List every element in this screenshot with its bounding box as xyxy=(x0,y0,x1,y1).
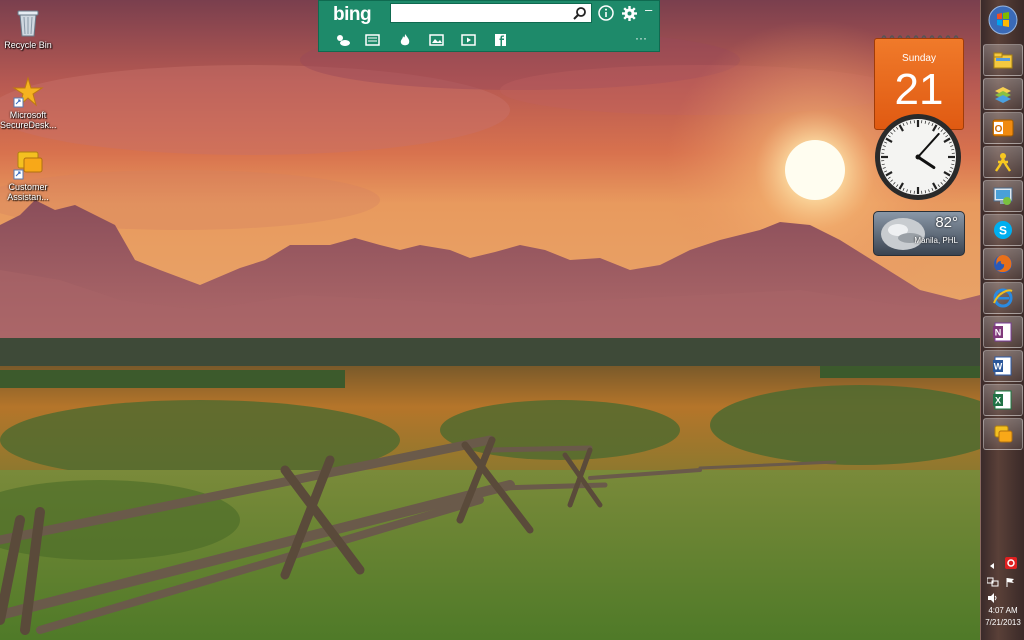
desktop-icon-recycle-bin[interactable]: Recycle Bin xyxy=(0,6,56,50)
bing-info-button[interactable] xyxy=(598,5,614,21)
securedesk-icon xyxy=(12,76,44,108)
chevron-left-icon xyxy=(990,563,994,569)
remote-desktop-icon xyxy=(993,187,1013,205)
excel-icon: X xyxy=(993,390,1012,410)
bing-news-button[interactable] xyxy=(365,33,381,47)
taskbar-button-outlook[interactable]: O xyxy=(983,112,1023,144)
word-icon: W xyxy=(993,356,1012,376)
skype-icon: S xyxy=(994,221,1012,239)
weather-temperature: 82° xyxy=(935,214,958,231)
weather-gadget[interactable]: 82° Manila, PHL xyxy=(873,211,965,256)
taskbar-button-aim[interactable] xyxy=(983,146,1023,178)
bing-images-button[interactable] xyxy=(429,33,445,47)
firefox-icon xyxy=(994,255,1012,273)
svg-text:O: O xyxy=(995,124,1003,135)
start-button[interactable] xyxy=(987,4,1019,36)
svg-text:W: W xyxy=(994,362,1003,372)
taskbar-button-windows-explorer[interactable] xyxy=(983,44,1023,76)
calendar-date: 21 xyxy=(894,65,944,114)
taskbar-clock-time[interactable]: 4:07 AM xyxy=(981,606,1024,615)
desktop-icon-microsoft-securedesk[interactable]: Microsoft SecureDesk... xyxy=(0,76,57,130)
tray-app-icon xyxy=(1005,557,1017,569)
taskbar-button-onenote[interactable]: N xyxy=(983,316,1023,348)
gear-icon xyxy=(622,6,637,21)
recycle-bin-icon xyxy=(12,6,44,38)
desktop-wallpaper xyxy=(0,0,980,640)
bing-video-button[interactable] xyxy=(461,33,477,47)
customer-assistant-icon xyxy=(12,148,44,180)
speaker-icon xyxy=(988,593,997,603)
bing-facebook-button[interactable] xyxy=(493,33,509,47)
taskbar: O S N W X 4:07 AM 7/21/2013 xyxy=(980,0,1024,640)
news-icon xyxy=(365,34,380,46)
bing-settings-button[interactable] xyxy=(621,5,638,22)
outlook-icon: O xyxy=(992,119,1014,137)
taskbar-button-excel[interactable]: X xyxy=(983,384,1023,416)
windows-explorer-icon xyxy=(993,52,1013,69)
svg-text:N: N xyxy=(995,328,1002,338)
bing-search-input[interactable] xyxy=(390,3,592,23)
bing-minimize-button[interactable]: – xyxy=(645,2,652,17)
volume-button[interactable] xyxy=(987,590,997,603)
taskbar-button-windows-live[interactable] xyxy=(983,78,1023,110)
network-icon xyxy=(986,577,999,587)
video-icon xyxy=(461,34,476,46)
flag-icon xyxy=(1006,578,1014,587)
images-icon xyxy=(429,34,444,46)
action-center-button[interactable] xyxy=(1005,574,1015,587)
taskbar-button-firefox[interactable] xyxy=(983,248,1023,280)
svg-text:X: X xyxy=(995,396,1001,406)
clock-center xyxy=(915,154,921,160)
bing-search-button[interactable] xyxy=(570,4,590,22)
desktop-icon-label: Recycle Bin xyxy=(4,40,52,50)
taskbar-button-word[interactable]: W xyxy=(983,350,1023,382)
tray-app-button[interactable] xyxy=(1005,556,1017,569)
bing-toolbar: ··· xyxy=(319,29,659,51)
desktop-icon-label: Customer Assistan... xyxy=(7,182,49,202)
weather-location: Manila, PHL xyxy=(914,236,958,245)
svg-text:S: S xyxy=(999,224,1007,238)
customer-assistant-icon xyxy=(994,425,1013,443)
taskbar-button-internet-explorer[interactable] xyxy=(983,282,1023,314)
calendar-weekday: Sunday xyxy=(902,53,936,64)
desktop-icon-label: Microsoft SecureDesk... xyxy=(0,110,57,130)
onenote-icon: N xyxy=(993,322,1012,342)
taskbar-clock-date[interactable]: 7/21/2013 xyxy=(981,618,1024,627)
network-button[interactable] xyxy=(986,574,999,587)
desktop-icon-customer-assistant[interactable]: Customer Assistan... xyxy=(0,148,56,202)
bing-logo: bing xyxy=(333,4,372,25)
bing-weather-button[interactable] xyxy=(335,33,351,47)
windows-orb-icon xyxy=(988,5,1018,35)
internet-explorer-icon xyxy=(993,288,1013,308)
search-icon xyxy=(573,7,586,20)
show-hidden-icons-button[interactable] xyxy=(987,558,997,569)
facebook-icon xyxy=(495,34,506,46)
weather-globe-icon xyxy=(881,218,925,250)
aim-icon xyxy=(995,153,1011,172)
flame-icon xyxy=(400,34,410,46)
bing-more-button[interactable]: ··· xyxy=(635,31,647,45)
bing-desktop-bar: bing – ··· xyxy=(318,0,660,52)
weather-icon xyxy=(337,35,350,46)
taskbar-button-customer-assistant[interactable] xyxy=(983,418,1023,450)
bing-hot-button[interactable] xyxy=(397,33,413,47)
clock-gadget[interactable] xyxy=(873,112,963,202)
taskbar-button-remote-desktop[interactable] xyxy=(983,180,1023,212)
info-icon xyxy=(598,5,614,21)
taskbar-button-skype[interactable]: S xyxy=(983,214,1023,246)
windows-live-icon xyxy=(995,87,1011,103)
